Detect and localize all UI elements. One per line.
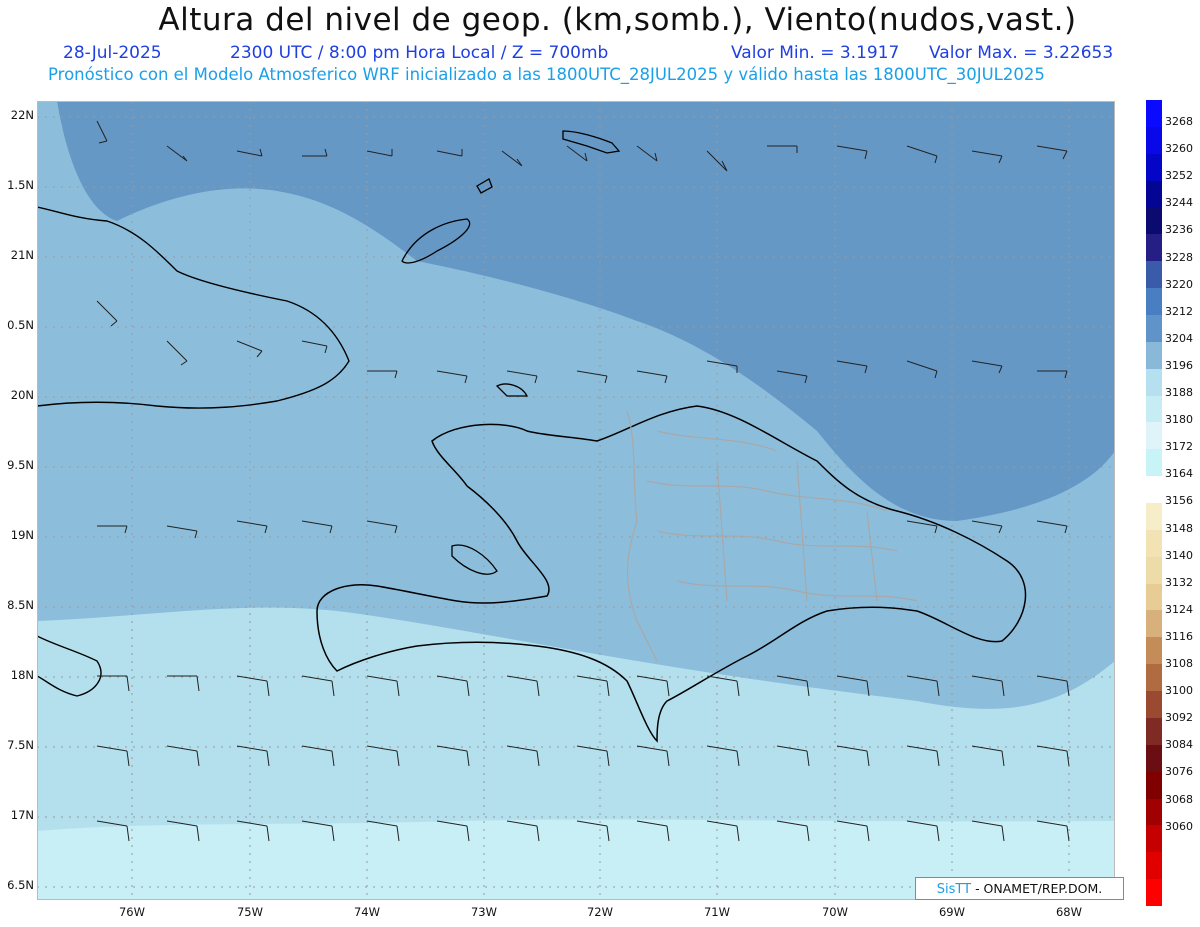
colorbar-segment bbox=[1146, 341, 1162, 370]
colorbar-label: 3132 bbox=[1165, 575, 1193, 589]
lon-label-69w: 69W bbox=[938, 905, 965, 919]
lat-label-18n: 18N bbox=[10, 668, 34, 682]
colorbar-segment bbox=[1146, 449, 1162, 477]
colorbar-segment bbox=[1146, 852, 1162, 880]
colorbar-segment bbox=[1146, 422, 1162, 450]
colorbar-segment bbox=[1146, 825, 1162, 853]
colorbar-label: 3060 bbox=[1165, 819, 1193, 833]
colorbar-label: 3252 bbox=[1165, 169, 1193, 183]
lat-label-16-5n: 6.5N bbox=[7, 878, 34, 892]
lat-label-20n: 20N bbox=[10, 388, 34, 402]
colorbar-segment bbox=[1146, 476, 1162, 504]
colorbar-label: 3212 bbox=[1165, 304, 1193, 318]
colorbar-segment bbox=[1146, 771, 1162, 800]
colorbar-segment bbox=[1146, 126, 1162, 155]
colorbar bbox=[1146, 100, 1162, 907]
colorbar-segment bbox=[1146, 583, 1162, 611]
colorbar-label: 3100 bbox=[1165, 684, 1193, 698]
colorbar-label: 3172 bbox=[1165, 440, 1193, 454]
lat-label-20-5n: 0.5N bbox=[7, 318, 34, 332]
colorbar-label: 3084 bbox=[1165, 738, 1193, 752]
colorbar-segment bbox=[1146, 288, 1162, 316]
colorbar-segment bbox=[1146, 503, 1162, 531]
colorbar-segment bbox=[1146, 395, 1162, 423]
colorbar-segment bbox=[1146, 261, 1162, 289]
lon-label-73w: 73W bbox=[470, 905, 497, 919]
lon-label-68w: 68W bbox=[1055, 905, 1082, 919]
colorbar-segment bbox=[1146, 529, 1162, 558]
colorbar-label: 3188 bbox=[1165, 386, 1193, 399]
lat-label-17n: 17N bbox=[10, 808, 34, 822]
colorbar-label: 3260 bbox=[1165, 142, 1193, 156]
colorbar-label: 3228 bbox=[1165, 250, 1193, 264]
colorbar-label: 3180 bbox=[1165, 413, 1193, 427]
colorbar-label: 3196 bbox=[1165, 358, 1193, 372]
colorbar-segment bbox=[1146, 798, 1162, 826]
credit-box: SisTT - ONAMET/REP.DOM. bbox=[915, 877, 1124, 900]
lat-label-22n: 22N bbox=[10, 108, 34, 122]
forecast-date: 28-Jul-2025 bbox=[63, 43, 162, 63]
colorbar-segment bbox=[1146, 153, 1162, 182]
colorbar-label: 3124 bbox=[1165, 602, 1193, 616]
map-svg bbox=[37, 101, 1115, 900]
lon-label-72w: 72W bbox=[586, 905, 613, 919]
colorbar-segment bbox=[1146, 556, 1162, 585]
colorbar-label: 3068 bbox=[1165, 792, 1193, 806]
colorbar-label: 3236 bbox=[1165, 223, 1193, 237]
colorbar-segment bbox=[1146, 637, 1162, 665]
colorbar-label: 3220 bbox=[1165, 277, 1193, 291]
colorbar-label: 3140 bbox=[1165, 548, 1193, 562]
map-title: Altura del nivel de geop. (km,somb.), Vi… bbox=[158, 2, 1077, 38]
colorbar-segment bbox=[1146, 100, 1162, 128]
colorbar-label: 3116 bbox=[1165, 629, 1193, 643]
forecast-time: 2300 UTC / 8:00 pm Hora Local / Z = 700m… bbox=[230, 43, 609, 63]
colorbar-segment bbox=[1146, 717, 1162, 746]
map-plot bbox=[37, 101, 1115, 900]
colorbar-label: 3092 bbox=[1165, 711, 1193, 725]
colorbar-segment bbox=[1146, 691, 1162, 719]
lat-label-21-5n: 1.5N bbox=[7, 178, 34, 192]
credit-org: - ONAMET/REP.DOM. bbox=[975, 881, 1103, 896]
credit-brand: SisTT bbox=[936, 882, 972, 897]
min-value: Valor Min. = 3.1917 bbox=[731, 43, 900, 63]
colorbar-segment bbox=[1146, 234, 1162, 262]
colorbar-segment bbox=[1146, 664, 1162, 692]
lon-label-71w: 71W bbox=[703, 905, 730, 919]
colorbar-label: 3076 bbox=[1165, 765, 1193, 779]
max-value: Valor Max. = 3.22653 bbox=[929, 43, 1114, 63]
colorbar-segment bbox=[1146, 368, 1162, 397]
lat-label-21n: 21N bbox=[10, 248, 34, 262]
lat-label-18-5n: 8.5N bbox=[7, 598, 34, 612]
lat-label-19-5n: 9.5N bbox=[7, 458, 34, 472]
colorbar-segment bbox=[1146, 879, 1162, 907]
colorbar-label: 3156 bbox=[1165, 494, 1193, 508]
colorbar-segment bbox=[1146, 207, 1162, 235]
colorbar-label: 3268 bbox=[1165, 115, 1193, 128]
lon-label-74w: 74W bbox=[353, 905, 380, 919]
colorbar-segment bbox=[1146, 610, 1162, 638]
colorbar-label: 3148 bbox=[1165, 521, 1193, 535]
lat-label-17-5n: 7.5N bbox=[7, 738, 34, 752]
colorbar-label: 3204 bbox=[1165, 331, 1193, 345]
colorbar-label: 3164 bbox=[1165, 467, 1193, 481]
lon-label-70w: 70W bbox=[821, 905, 848, 919]
colorbar-segment bbox=[1146, 180, 1162, 208]
colorbar-segment bbox=[1146, 744, 1162, 773]
colorbar-segment bbox=[1146, 314, 1162, 343]
lon-label-76w: 76W bbox=[118, 905, 145, 919]
lat-label-19n: 19N bbox=[10, 528, 34, 542]
colorbar-label: 3244 bbox=[1165, 196, 1193, 210]
model-info: Pronóstico con el Modelo Atmosferico WRF… bbox=[48, 65, 1045, 84]
subtitle-row: 28-Jul-2025 2300 UTC / 8:00 pm Hora Loca… bbox=[0, 43, 1200, 65]
lon-label-75w: 75W bbox=[236, 905, 263, 919]
colorbar-label: 3108 bbox=[1165, 657, 1193, 670]
